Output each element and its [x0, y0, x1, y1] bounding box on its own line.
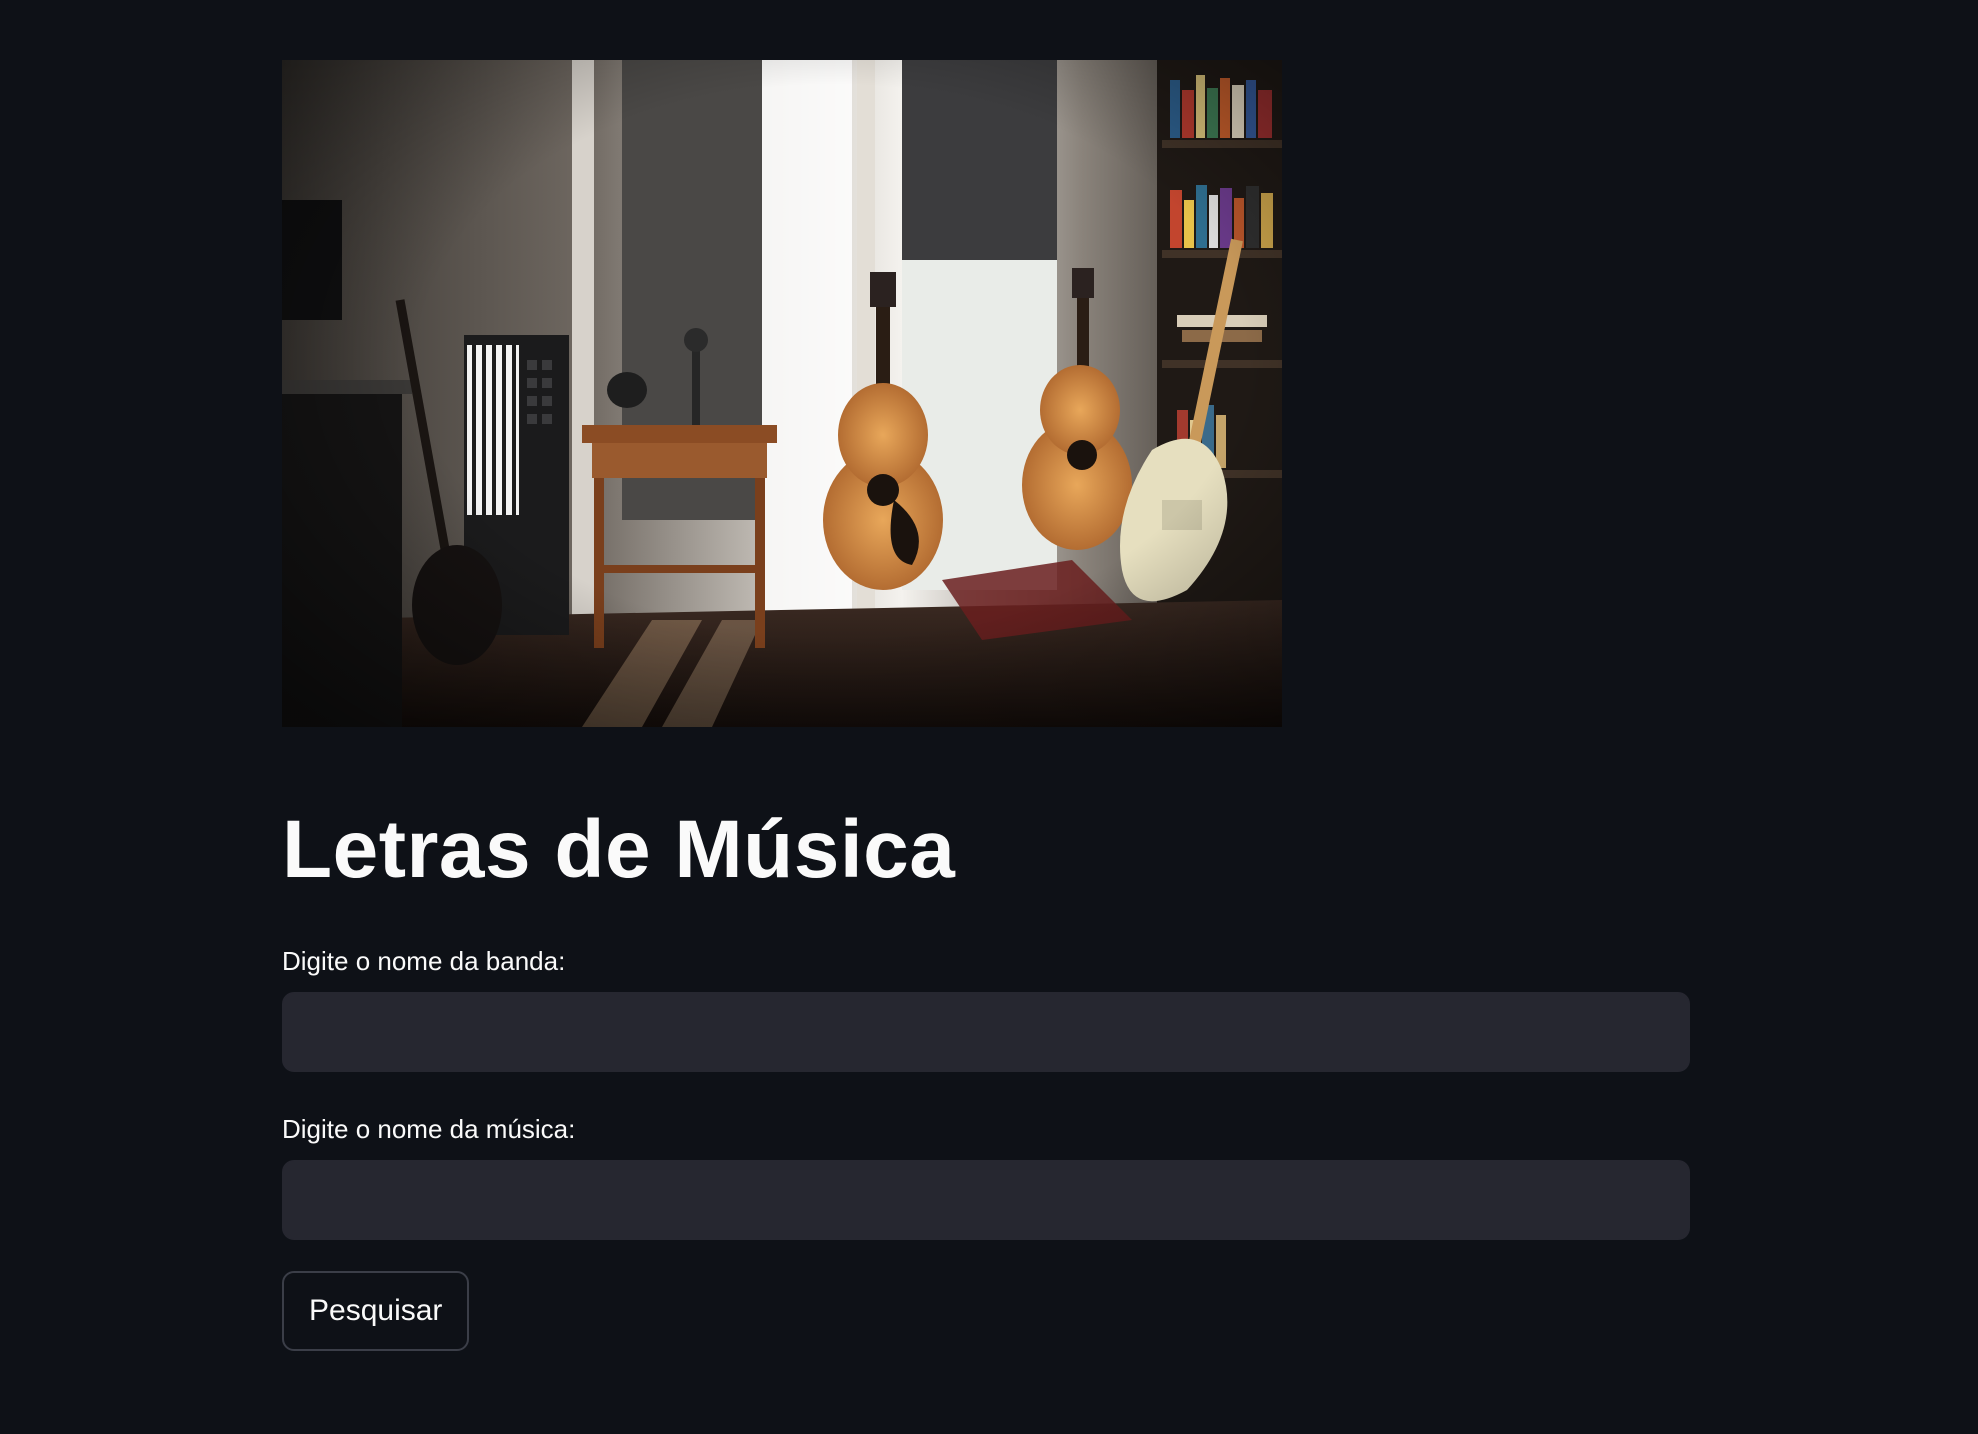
- song-name-label: Digite o nome da música:: [282, 1114, 576, 1144]
- app-page: Letras de Música Digite o nome da banda:…: [0, 0, 1978, 1434]
- band-name-input[interactable]: [282, 992, 1690, 1072]
- band-name-label: Digite o nome da banda:: [282, 946, 566, 976]
- song-name-input[interactable]: [282, 1160, 1690, 1240]
- page-title: Letras de Música: [282, 804, 956, 895]
- search-button[interactable]: Pesquisar: [282, 1271, 470, 1351]
- music-room-photo: [282, 60, 1282, 727]
- header-image: [282, 60, 1282, 727]
